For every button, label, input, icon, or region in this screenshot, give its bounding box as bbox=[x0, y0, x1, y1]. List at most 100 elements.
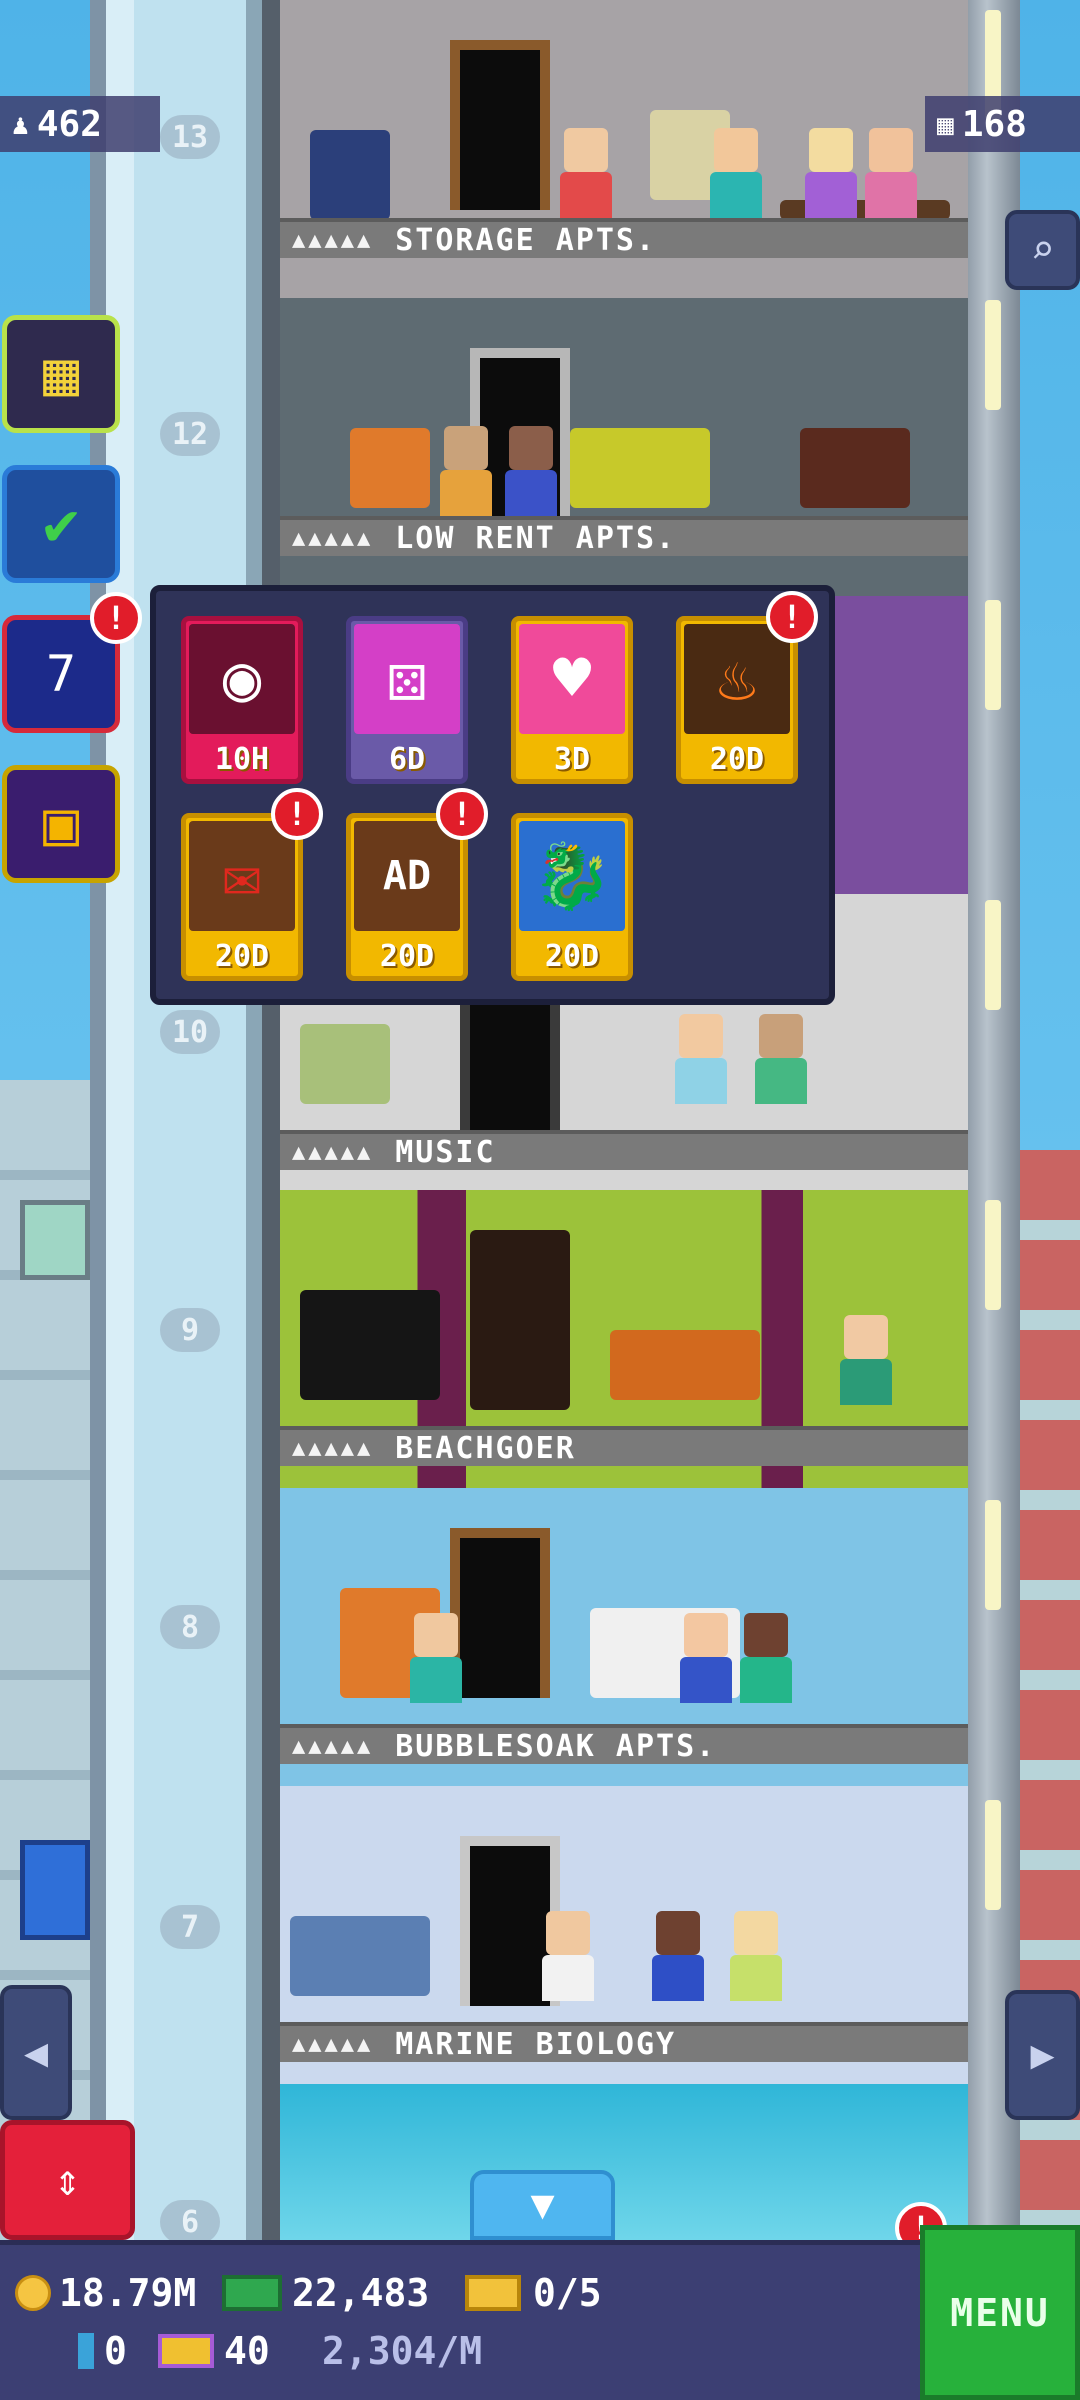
floor-music[interactable]: ▲▲▲▲▲ BEACHGOER bbox=[280, 1190, 968, 1488]
population-counter[interactable]: ♟ 462 bbox=[0, 96, 160, 152]
arrow-left-icon: ◀ bbox=[23, 2029, 49, 2076]
floor-label: ▲▲▲▲▲ MARINE BIOLOGY bbox=[280, 2022, 968, 2062]
festival-envelopes-icon: ✉ bbox=[189, 821, 295, 931]
floor-name: MARINE BIOLOGY bbox=[395, 2026, 677, 2062]
floor-marine-biology[interactable] bbox=[280, 2084, 968, 2240]
floor-stars: ▲▲▲▲▲ bbox=[292, 525, 374, 551]
tower-bux-stat[interactable]: 40 bbox=[158, 2329, 270, 2373]
floor-stars: ▲▲▲▲▲ bbox=[292, 1435, 374, 1461]
floor-name: BEACHGOER bbox=[395, 1430, 576, 1466]
building-icon: ▦ bbox=[937, 107, 954, 141]
festival-ad-icon: AD bbox=[354, 821, 460, 931]
ticket-icon bbox=[465, 2275, 521, 2311]
floor-counter[interactable]: ▦ 168 bbox=[925, 96, 1080, 152]
magnifier-icon: ⌕ bbox=[1030, 227, 1055, 273]
event-dragon[interactable]: 🐉 20D bbox=[511, 813, 633, 981]
checklist-icon: ✔ bbox=[42, 489, 80, 559]
pillar-light bbox=[985, 600, 1001, 710]
alert-badge: ! bbox=[90, 592, 142, 644]
event-prize-wheel[interactable]: ◉ 10H bbox=[181, 616, 303, 784]
menu-button[interactable]: MENU bbox=[920, 2225, 1080, 2400]
blue-bux-stat[interactable]: 0 bbox=[78, 2329, 127, 2373]
resident[interactable] bbox=[542, 1911, 594, 2001]
floor-count-value: 168 bbox=[961, 103, 1027, 145]
pillar-light bbox=[985, 1800, 1001, 1910]
floor-stars: ▲▲▲▲▲ bbox=[292, 1139, 374, 1165]
shaft-floor-number: 6 bbox=[160, 2200, 220, 2244]
elevator-shaft[interactable] bbox=[90, 0, 290, 2240]
resident[interactable] bbox=[675, 1014, 727, 1104]
floor-door bbox=[450, 1528, 550, 1698]
missions-button[interactable]: ✔ bbox=[2, 465, 120, 583]
blue-bux-value: 0 bbox=[104, 2329, 127, 2373]
resource-bar: 18.79M 22,483 0/5 0 40 2,304/M bbox=[0, 2240, 920, 2400]
event-fire-lantern[interactable]: ♨ 20D bbox=[676, 616, 798, 784]
event-festival-envelopes[interactable]: ✉ 20D bbox=[181, 813, 303, 981]
search-button[interactable]: ⌕ bbox=[1005, 210, 1080, 290]
dice-icon: ⚄ bbox=[354, 624, 460, 734]
floor-label: ▲▲▲▲▲ BUBBLESOAK APTS. bbox=[280, 1724, 968, 1764]
resident[interactable] bbox=[805, 128, 857, 218]
resident[interactable] bbox=[410, 1613, 462, 1703]
event-timer: 20D bbox=[709, 742, 765, 777]
event-heart[interactable]: ♥ 3D bbox=[511, 616, 633, 784]
sofa bbox=[310, 130, 390, 220]
population-value: 462 bbox=[36, 103, 102, 145]
event-festival-ad[interactable]: AD 20D bbox=[346, 813, 468, 981]
bux-stat[interactable]: 22,483 bbox=[222, 2271, 429, 2315]
floor-bubblesoak-apts[interactable]: ▲▲▲▲▲ MARINE BIOLOGY bbox=[280, 1786, 968, 2084]
coin-icon bbox=[15, 2275, 51, 2311]
resident[interactable] bbox=[755, 1014, 807, 1104]
floor-name: BUBBLESOAK APTS. bbox=[395, 1728, 717, 1764]
floor-label: ▲▲▲▲▲ MUSIC bbox=[280, 1130, 968, 1170]
dragon-icon: 🐉 bbox=[519, 821, 625, 931]
tower: ▲▲▲▲▲ STORAGE APTS. ▲▲▲▲▲ LOW RENT APTS. ▲… bbox=[280, 0, 968, 2240]
coins-stat[interactable]: 18.79M bbox=[15, 2271, 196, 2315]
event-dice[interactable]: ⚄ 6D bbox=[346, 616, 468, 784]
armchair bbox=[350, 428, 430, 508]
previous-floor-button[interactable]: ◀ bbox=[0, 1985, 72, 2120]
pillar-light bbox=[985, 900, 1001, 1010]
resident[interactable] bbox=[740, 1613, 792, 1703]
up-down-arrows-icon: ⇕ bbox=[54, 2154, 81, 2206]
event-timer: 20D bbox=[379, 939, 435, 974]
bed bbox=[610, 1330, 760, 1400]
resident[interactable] bbox=[730, 1911, 782, 2001]
calendar-icon: 7 bbox=[45, 645, 77, 703]
shaft-floor-number: 9 bbox=[160, 1308, 220, 1352]
person-icon: ♟ bbox=[12, 107, 29, 141]
resident[interactable] bbox=[440, 426, 492, 516]
resident[interactable] bbox=[710, 128, 762, 218]
floor-label: ▲▲▲▲▲ BEACHGOER bbox=[280, 1426, 968, 1466]
building-icon: ▦ bbox=[42, 339, 80, 409]
floor-name: LOW RENT APTS. bbox=[395, 520, 677, 556]
build-floor-button[interactable]: ▦ bbox=[2, 315, 120, 433]
resident[interactable] bbox=[560, 128, 612, 218]
billboard-fries bbox=[20, 1200, 90, 1280]
resident[interactable] bbox=[865, 128, 917, 218]
elevator-control-button[interactable]: ⇕ bbox=[0, 2120, 135, 2240]
resident[interactable] bbox=[680, 1613, 732, 1703]
alert-badge: ! bbox=[436, 788, 488, 840]
floor-stars: ▲▲▲▲▲ bbox=[292, 2031, 374, 2057]
resident[interactable] bbox=[505, 426, 557, 516]
shaft-floor-number: 10 bbox=[160, 1010, 220, 1054]
resident[interactable] bbox=[840, 1315, 892, 1405]
event-timer: 20D bbox=[544, 939, 600, 974]
floor-beachgoer[interactable]: ▲▲▲▲▲ BUBBLESOAK APTS. bbox=[280, 1488, 968, 1786]
alert-badge: ! bbox=[271, 788, 323, 840]
bed bbox=[290, 1916, 430, 1996]
pillar-light bbox=[985, 1200, 1001, 1310]
next-floor-button[interactable]: ▶ bbox=[1005, 1990, 1080, 2120]
pillar-light bbox=[985, 1500, 1001, 1610]
shaft-floor-number: 7 bbox=[160, 1905, 220, 1949]
resident[interactable] bbox=[652, 1911, 704, 2001]
gift-button[interactable]: ▣ bbox=[2, 765, 120, 883]
scroll-down-button[interactable]: ▼ bbox=[470, 2170, 615, 2240]
floor-low-rent-apts[interactable]: ▲▲▲▲▲ LOW RENT APTS. bbox=[280, 298, 968, 596]
tickets-stat[interactable]: 0/5 bbox=[465, 2271, 602, 2315]
shaft-floor-number: 8 bbox=[160, 1605, 220, 1649]
floor-storage-apts[interactable]: ▲▲▲▲▲ STORAGE APTS. bbox=[280, 0, 968, 298]
doorway bbox=[470, 1230, 570, 1410]
pillar-light bbox=[985, 300, 1001, 410]
